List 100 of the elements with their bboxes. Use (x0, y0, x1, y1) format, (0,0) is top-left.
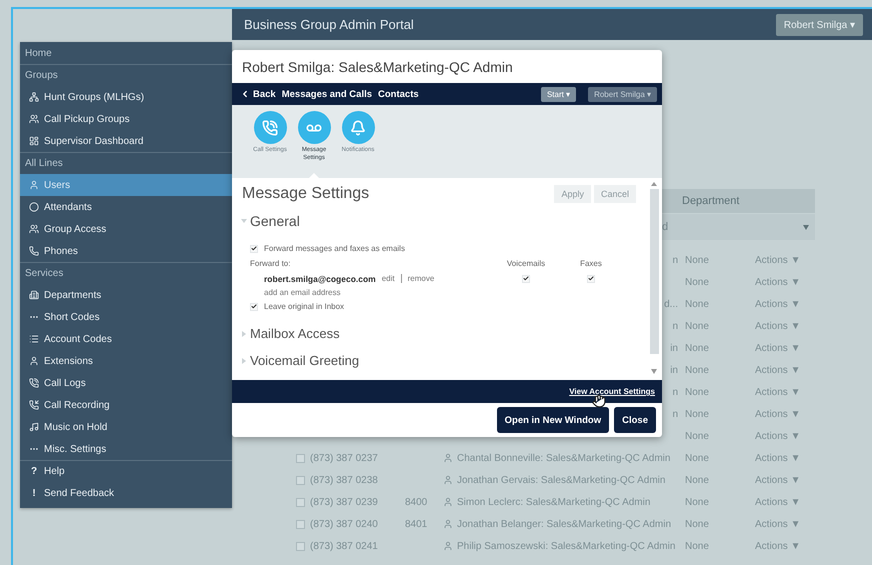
account-settings-link[interactable]: View Account Settings (569, 387, 655, 396)
row-checkbox[interactable] (296, 454, 305, 462)
sidebar-item[interactable]: ! Send Feedback (20, 482, 232, 504)
nav-link[interactable]: Contacts (378, 88, 419, 100)
dialog-button[interactable]: Open in New Window (496, 407, 610, 433)
phone-number: (873) 387 0240 (310, 518, 378, 530)
sidebar-item[interactable]: Extensions (20, 350, 232, 372)
nav-link[interactable]: Messages and Calls (282, 88, 372, 100)
section-toggle[interactable]: General (242, 213, 636, 229)
phone-number: (873) 387 0237 (310, 452, 378, 464)
department-cell-text: None (684, 342, 710, 354)
phone-number: (873) 387 0239 (310, 496, 378, 508)
dialog-button[interactable]: Close (614, 407, 656, 433)
user-name: n (672, 408, 678, 420)
people-icon (29, 114, 39, 124)
row-checkbox[interactable] (296, 542, 305, 550)
user-name: in (670, 364, 678, 376)
sidebar-item[interactable]: Hunt Groups (MLHGs) (20, 86, 232, 108)
user-icon (443, 453, 453, 463)
phone-number: (873) 387 0238 (310, 474, 378, 486)
back-link[interactable]: Back (240, 88, 276, 100)
checkbox[interactable] (587, 274, 595, 282)
department-cell-text: None (684, 298, 710, 310)
bell-icon (350, 120, 366, 136)
department-cell-text: None (684, 518, 710, 530)
section-toggle[interactable]: Voicemail Greeting (242, 353, 636, 368)
department-cell-text: None (684, 408, 710, 420)
section-toggle[interactable]: Mailbox Access (242, 326, 636, 341)
row-checkbox[interactable] (296, 498, 305, 506)
list-icon (29, 334, 39, 344)
remove-link[interactable]: remove (408, 274, 434, 283)
phone-number: (873) 387 0241 (310, 540, 378, 552)
user-name: d... (664, 298, 678, 310)
user-name: Chantal Bonneville: Sales&Marketing-QC Admin (457, 452, 670, 464)
user-name: Philip Samoszewski: Sales&Marketing-QC Admin (457, 540, 676, 552)
user-icon (29, 356, 39, 366)
phone-icon (262, 120, 278, 136)
department-cell-text: None (684, 496, 710, 508)
sidebar-item[interactable]: Departments (20, 284, 232, 306)
department-cell-text: None (684, 254, 710, 266)
sidebar-item[interactable]: Attendants (20, 196, 232, 218)
column-header: Department (682, 195, 740, 207)
scrollbar[interactable] (648, 182, 660, 374)
sidebar-item[interactable]: Music on Hold (20, 416, 232, 438)
sidebar-item[interactable]: Call Pickup Groups (20, 108, 232, 130)
checkbox[interactable] (522, 274, 530, 282)
building-icon (29, 290, 39, 300)
user-name: Jonathan Gervais: Sales&Marketing-QC Admin (457, 474, 666, 486)
sidebar-item[interactable]: Account Codes (20, 328, 232, 350)
phone-icon (29, 400, 39, 410)
department-cell-text: None (684, 430, 710, 442)
sidebar-item[interactable]: Misc. Settings (20, 438, 232, 460)
edit-link[interactable]: edit (382, 274, 395, 283)
extension-cell-text: 8400 (405, 496, 428, 508)
department-cell-text: None (684, 386, 710, 398)
column-label: Voicemails (506, 259, 546, 268)
user-name: Simon Leclerc: Sales&Marketing-QC Admin (457, 496, 650, 508)
sidebar-item[interactable]: Short Codes (20, 306, 232, 328)
sidebar-item[interactable]: Supervisor Dashboard (20, 130, 232, 152)
sidebar-section-label: Services (20, 262, 232, 284)
hand-cursor-icon (592, 394, 606, 408)
row-checkbox[interactable] (296, 476, 305, 484)
user-name: n (672, 254, 678, 266)
sidebar-item[interactable]: ? Help (20, 460, 232, 482)
phone-icon (29, 378, 39, 388)
department-cell-text: None (684, 474, 710, 486)
email-address: robert.smilga@cogeco.com (264, 274, 376, 284)
app-title: Business Group Admin Portal (244, 17, 414, 32)
music-icon (29, 422, 39, 432)
dialog-title: Robert Smilga: Sales&Marketing-QC Admin (241, 58, 514, 77)
department-cell-text: None (684, 276, 710, 288)
department-cell-text: None (684, 320, 710, 332)
checkbox[interactable] (250, 302, 258, 310)
user-icon (443, 541, 453, 551)
user-name: n (672, 386, 678, 398)
sidebar-item[interactable]: Group Access (20, 218, 232, 240)
user-icon (443, 497, 453, 507)
field-label: Forward to: (250, 259, 292, 268)
user-name: in (670, 342, 678, 354)
group-icon (29, 224, 39, 234)
user-icon (29, 180, 39, 190)
phone-icon (29, 246, 39, 256)
sidebar-item[interactable]: Call Recording (20, 394, 232, 416)
checkbox[interactable] (250, 244, 258, 252)
chevron-left-icon (240, 89, 250, 99)
dashboard-icon (29, 136, 39, 146)
dropdown-arrow-icon (803, 224, 809, 230)
circle-icon (29, 202, 39, 212)
sidebar-item[interactable]: Phones (20, 240, 232, 262)
user-icon (443, 519, 453, 529)
sidebar-section-label: Home (24, 46, 53, 60)
sidebar-item[interactable]: Call Logs (20, 372, 232, 394)
extension-cell-text: 8401 (405, 518, 428, 530)
network-icon (29, 92, 39, 102)
checkbox-label: Forward messages and faxes as emails (264, 244, 405, 253)
row-checkbox[interactable] (296, 520, 305, 528)
department-cell-text: None (684, 452, 710, 464)
user-name: n (672, 320, 678, 332)
user-name: Jonathan Belanger: Sales&Marketing-QC Admin (457, 518, 672, 530)
add-email-link[interactable]: add an email address (264, 288, 340, 297)
